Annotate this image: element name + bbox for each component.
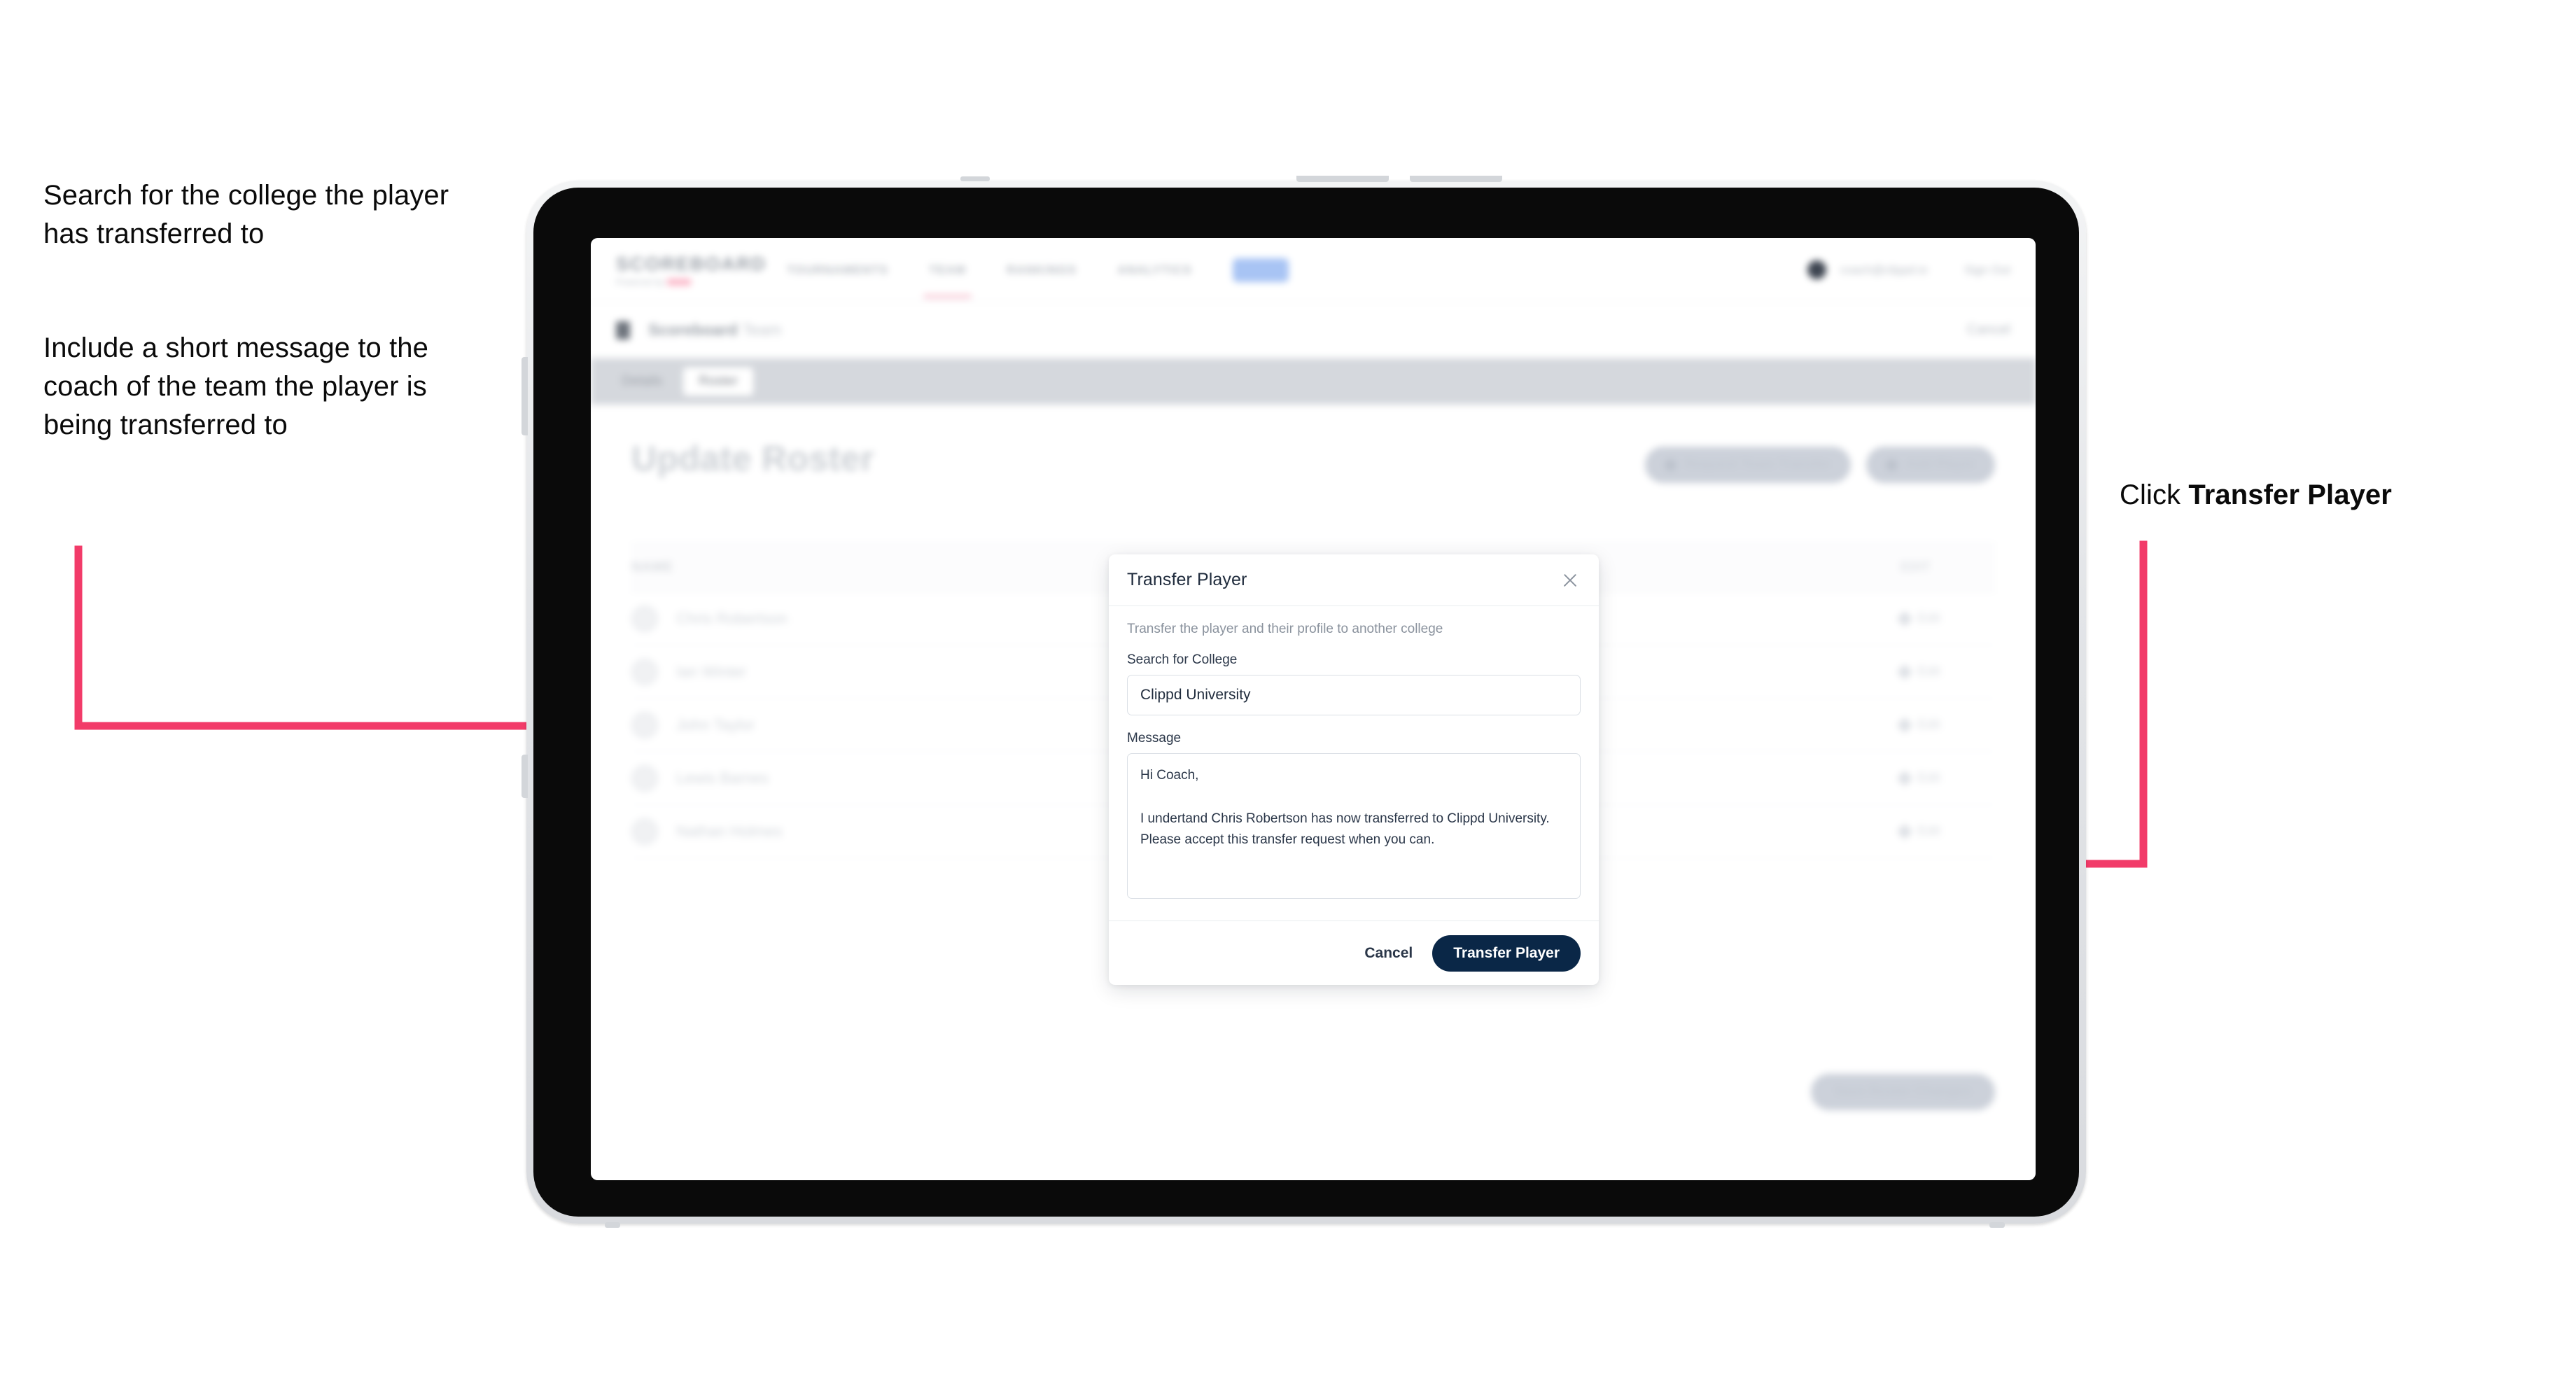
device-bottom-contact-right [1989,1222,2005,1228]
annotation-search-college: Search for the college the player has tr… [43,180,449,250]
brand-wordmark: SCOREBOARD [616,253,767,274]
tab-details[interactable]: Details [606,368,678,396]
dialog-description: Transfer the player and their profile to… [1127,622,1443,636]
pencil-icon [1896,717,1913,733]
page-top-actions: Request Team Transfer Add Player [1645,447,1995,483]
team-icon [616,321,630,340]
transfer-icon [1665,458,1676,471]
transfer-player-dialog: Transfer Player Transfer the player and … [1109,554,1599,985]
avatar [631,764,658,792]
pencil-icon [1896,770,1913,786]
nav-item-tournaments[interactable]: TOURNAMENTS [787,263,888,277]
search-college-label: Search for College [1127,652,1238,667]
device-volume-up-button[interactable] [1296,176,1389,182]
device-bottom-contact-left [605,1222,620,1228]
add-player-button[interactable]: Add Player [1865,447,1995,483]
breadcrumb: Scoreboard Team Cancel [591,302,2036,358]
edit-player-button[interactable]: Edit [1896,664,1940,680]
breadcrumb-label: Scoreboard Team [648,321,781,340]
nav-item-analytics[interactable]: ANALYTICS [1117,263,1192,277]
column-header-edit: EDIT [1900,560,1931,575]
edit-label: Edit [1917,610,1940,626]
edit-label: Edit [1917,770,1940,785]
brand-tagline-text: Powered by [616,276,665,287]
breadcrumb-cancel-link[interactable]: Cancel [1967,322,2010,338]
tablet-screen: SCOREBOARD Powered by TOURNAMENTS TEAM R… [591,238,2036,1180]
save-roster-changes-label: Save Roster Changes [1834,1084,1971,1099]
avatar [631,818,658,845]
nav-cta-pill[interactable] [1232,258,1289,282]
player-name: John Taylor [676,715,755,734]
edit-player-button[interactable]: Edit [1896,823,1940,839]
player-name: Chris Robertson [676,609,788,627]
nav-item-rankings[interactable]: RANKINGS [1007,263,1077,277]
annotation-include-message: Include a short message to the coach of … [43,332,428,441]
player-name: Lewis Barnes [676,769,769,787]
device-volume-down-button[interactable] [1410,176,1502,182]
annotation-right-bold: Transfer Player [2188,479,2392,510]
edit-player-button[interactable]: Edit [1896,770,1940,786]
edit-label: Edit [1917,823,1940,839]
dialog-title: Transfer Player [1127,570,1247,589]
device-mic-button [960,176,990,181]
avatar [631,658,658,685]
request-team-transfer-label: Request Team Transfer [1685,457,1831,472]
avatar[interactable] [1807,260,1826,279]
annotation-right-prefix: Click [2120,479,2189,510]
nav-item-team[interactable]: TEAM [923,263,972,298]
device-power-button[interactable] [522,357,528,435]
edit-label: Edit [1917,664,1940,679]
close-icon[interactable] [1560,570,1581,591]
tablet-device-frame: SCOREBOARD Powered by TOURNAMENTS TEAM R… [522,176,2086,1228]
brand-mark-icon [667,279,692,286]
edit-label: Edit [1917,717,1940,732]
cancel-button[interactable]: Cancel [1364,945,1413,962]
pencil-icon [1896,823,1913,839]
pencil-icon [1896,610,1913,626]
field-message: Message Hi Coach, I undertand Chris Robe… [1127,731,1581,902]
edit-player-button[interactable]: Edit [1896,610,1940,626]
dialog-body: Transfer the player and their profile to… [1109,606,1599,920]
tab-strip: Details Roster [591,358,2036,405]
app-top-navigation: SCOREBOARD Powered by TOURNAMENTS TEAM R… [591,238,2036,302]
message-label: Message [1127,731,1182,746]
dialog-header: Transfer Player [1109,554,1599,606]
nav-user-area: coach@clippd.io Sign Out [1807,260,2010,279]
breadcrumb-suffix: Team [742,321,782,339]
transfer-player-button[interactable]: Transfer Player [1432,934,1581,972]
plus-icon [1885,458,1898,471]
avatar [631,711,658,738]
sign-out-link[interactable]: Sign Out [1964,263,2010,277]
avatar [631,605,658,632]
dialog-footer: Cancel Transfer Player [1109,920,1599,985]
request-team-transfer-button[interactable]: Request Team Transfer [1645,447,1851,483]
tablet-bezel: SCOREBOARD Powered by TOURNAMENTS TEAM R… [533,188,2079,1217]
screenshot-canvas: Search for the college the player has tr… [0,0,2576,1386]
annotation-click-transfer-player: Click Transfer Player [2120,476,2540,514]
device-side-connector [522,755,528,798]
message-textarea[interactable]: Hi Coach, I undertand Chris Robertson ha… [1127,753,1581,899]
add-player-label: Add Player [1905,457,1975,472]
brand-tagline: Powered by [616,277,746,287]
column-header-name: NAME [631,560,673,575]
player-name: Ian Winter [676,662,747,680]
nav-user-email: coach@clippd.io [1840,262,1928,276]
save-roster-changes-button[interactable]: Save Roster Changes [1810,1074,1995,1110]
search-college-input[interactable] [1127,675,1581,715]
breadcrumb-team: Scoreboard [648,321,738,339]
pencil-icon [1896,664,1913,680]
tab-roster[interactable]: Roster [683,368,754,396]
field-search-for-college: Search for College [1127,652,1581,715]
edit-player-button[interactable]: Edit [1896,717,1940,733]
brand-logo[interactable]: SCOREBOARD Powered by [616,253,767,287]
player-name: Nathan Holmes [676,822,783,840]
